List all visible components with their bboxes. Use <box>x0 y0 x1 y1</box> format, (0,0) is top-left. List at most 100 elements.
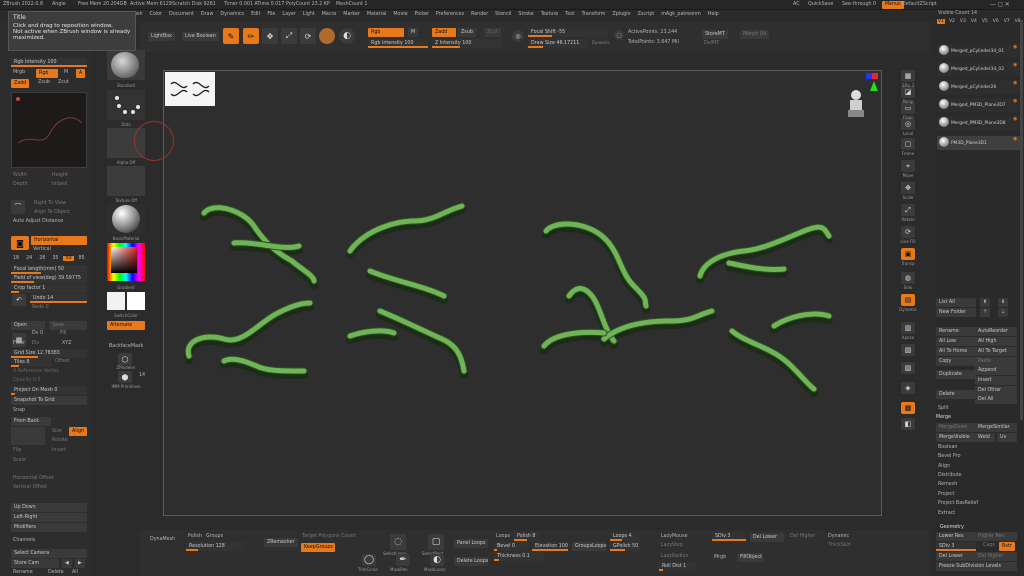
right-tool-11-icon[interactable]: ▤ <box>901 294 915 306</box>
all-high-button[interactable]: All High <box>975 337 1017 346</box>
imbed-label[interactable]: Imbed <box>52 182 67 187</box>
a-button-left[interactable]: A <box>76 69 86 78</box>
menu-zscript[interactable]: Zscript <box>638 12 655 17</box>
right-tool-16-icon[interactable]: ▩ <box>901 402 915 414</box>
morph-uv-button[interactable]: Morph UV <box>740 30 770 39</box>
menu-color[interactable]: Color <box>149 12 162 17</box>
focal-preset-18[interactable]: 18 <box>11 256 21 261</box>
list-all-button[interactable]: List All <box>936 298 976 307</box>
width-label[interactable]: Width <box>13 173 27 178</box>
groups-button[interactable]: Groups <box>206 534 223 539</box>
zcut-button-left[interactable]: Zcut <box>58 80 69 85</box>
uv-button[interactable]: Uv <box>997 433 1017 442</box>
sdiv-slider-bottom[interactable]: SDiv 3 <box>712 532 746 541</box>
remesh-item[interactable]: Remesh <box>938 482 957 487</box>
focal-preset-28[interactable]: 28 <box>37 256 47 261</box>
rename-cam[interactable]: Rename <box>13 570 33 575</box>
zadd-button-left[interactable]: Zadd <box>11 79 30 88</box>
lazystep-slider[interactable]: LazyStep <box>661 543 683 548</box>
zsub-toggle[interactable]: Zsub <box>458 28 476 37</box>
elv-label[interactable]: Elv <box>32 341 39 346</box>
up-down-button[interactable]: Up Down <box>11 503 87 512</box>
zadd-toggle[interactable]: Zadd <box>432 28 456 37</box>
height-label[interactable]: Height <box>52 173 68 178</box>
thickskin-bottom[interactable]: ThickSkin <box>828 543 851 548</box>
all-to-home-button[interactable]: All To Home <box>936 347 976 356</box>
menu-light[interactable]: Light <box>303 12 315 17</box>
next-cam-button[interactable]: ▶ <box>75 559 85 568</box>
extract-item[interactable]: Extract <box>938 511 955 516</box>
menus-toggle[interactable]: Menus <box>882 1 904 9</box>
visibility-eye-icon[interactable]: ◉ <box>1013 62 1017 68</box>
right-tool-7-icon[interactable]: ⤢ <box>901 204 915 216</box>
left-right-button[interactable]: Left-Right <box>11 513 87 522</box>
all-cam[interactable]: All <box>72 570 78 575</box>
from-back-button[interactable]: From Back <box>11 417 51 426</box>
ring-icon[interactable]: ⌒ <box>11 200 25 214</box>
append-button[interactable]: Append <box>975 366 1017 375</box>
horiz-offset[interactable]: Horizontal Offset <box>13 476 53 481</box>
menu-texture[interactable]: Texture <box>541 12 559 17</box>
focal-preset-50[interactable]: 50 <box>63 256 74 261</box>
scale-button[interactable]: ⤢ <box>281 28 297 44</box>
rename-button[interactable]: Rename <box>936 327 976 336</box>
right-tool-5-icon[interactable]: ⌖ <box>901 160 915 172</box>
secondary-color-swatch[interactable] <box>127 292 145 310</box>
storemt-button[interactable]: StoreMT <box>702 30 728 39</box>
lazymouse-button[interactable]: LazyMouse <box>661 534 688 539</box>
right-tool-13-icon[interactable]: ▧ <box>901 344 915 356</box>
rotate-label[interactable]: Rotate <box>52 438 68 443</box>
horizontal-button[interactable]: Horizontal <box>31 236 87 245</box>
visibility-eye-icon[interactable]: ◉ <box>1013 136 1017 142</box>
fill-label[interactable]: Fill <box>60 331 66 336</box>
menu-marker[interactable]: Marker <box>343 12 360 17</box>
snapshot-button[interactable]: Snapshot To Grid <box>11 396 87 405</box>
tiles-slider[interactable]: Tiles 8 <box>11 358 51 367</box>
zmodeler-icon[interactable]: ⬡ <box>118 353 132 365</box>
menu-macro[interactable]: Macro <box>322 12 337 17</box>
insert-button[interactable]: Insert <box>975 376 1017 385</box>
mesh-tube-outline[interactable] <box>376 307 468 375</box>
align-button-left[interactable]: Align <box>69 427 88 436</box>
dv-label[interactable]: Dv 0 <box>32 331 43 336</box>
offset-label[interactable]: Offset <box>55 359 69 364</box>
all-low-button[interactable]: All Low <box>936 337 976 346</box>
quicksave-button[interactable]: QuickSave <box>808 2 833 7</box>
maskpen-icon[interactable]: ✒ <box>396 554 410 566</box>
main-color-swatch[interactable] <box>107 292 125 310</box>
size-label[interactable]: Size <box>52 429 62 434</box>
elevation-slider[interactable]: Elevation 100 <box>532 542 568 551</box>
version-tab-v2[interactable]: V2 <box>948 19 956 24</box>
alpha-preview[interactable] <box>11 92 87 168</box>
right-tool-8-icon[interactable]: ⟳ <box>901 226 915 238</box>
rgb-intensity-slider-left[interactable]: Rgb Intensity 100 <box>11 58 87 67</box>
depth-label[interactable]: Depth <box>13 182 28 187</box>
version-tab-v5[interactable]: V5 <box>981 19 989 24</box>
paste-button[interactable]: Paste <box>975 357 1017 366</box>
fov-slider[interactable]: Field of view(deg) 39.59775 <box>11 274 87 283</box>
prev-cam-button[interactable]: ◀ <box>62 559 72 568</box>
menu-zplugin[interactable]: Zplugin <box>612 12 630 17</box>
folder-down-button[interactable]: ⇣ <box>998 308 1009 317</box>
map-preview[interactable] <box>11 427 45 445</box>
imm-icon[interactable]: ⬢ <box>118 371 132 383</box>
menu-movie[interactable]: Movie <box>393 12 407 17</box>
cage-label[interactable]: Cage <box>983 543 995 548</box>
select-camera-button[interactable]: Select Camera <box>11 549 87 558</box>
menu-tool[interactable]: Tool <box>565 12 574 17</box>
menu-magk_patreonm[interactable]: mAgk_patreonm <box>661 12 701 17</box>
grid-size-slider[interactable]: Grid Size 12.78383 <box>11 349 87 358</box>
right-tool-9-icon[interactable]: ▣ <box>901 248 915 260</box>
target-polygons[interactable]: Target Polygons Count <box>302 534 355 539</box>
live-boolean-button[interactable]: Live Boolean <box>182 32 219 41</box>
focal-length-slider[interactable]: Focal length(mm) 50 <box>11 265 87 274</box>
new-folder-button[interactable]: New Folder <box>936 308 976 317</box>
lightbox-button[interactable]: LightBox <box>148 32 175 41</box>
undo-slider[interactable]: Undo 14 <box>30 294 87 303</box>
menu-document[interactable]: Document <box>169 12 194 17</box>
material-thumb[interactable] <box>107 204 145 234</box>
fillobject-button[interactable]: FillObject <box>737 553 763 562</box>
xyz-label[interactable]: XYZ <box>62 341 72 346</box>
seethrough-slider[interactable]: See-through 0 <box>842 2 876 7</box>
masklasso-icon[interactable]: ◐ <box>430 554 444 566</box>
